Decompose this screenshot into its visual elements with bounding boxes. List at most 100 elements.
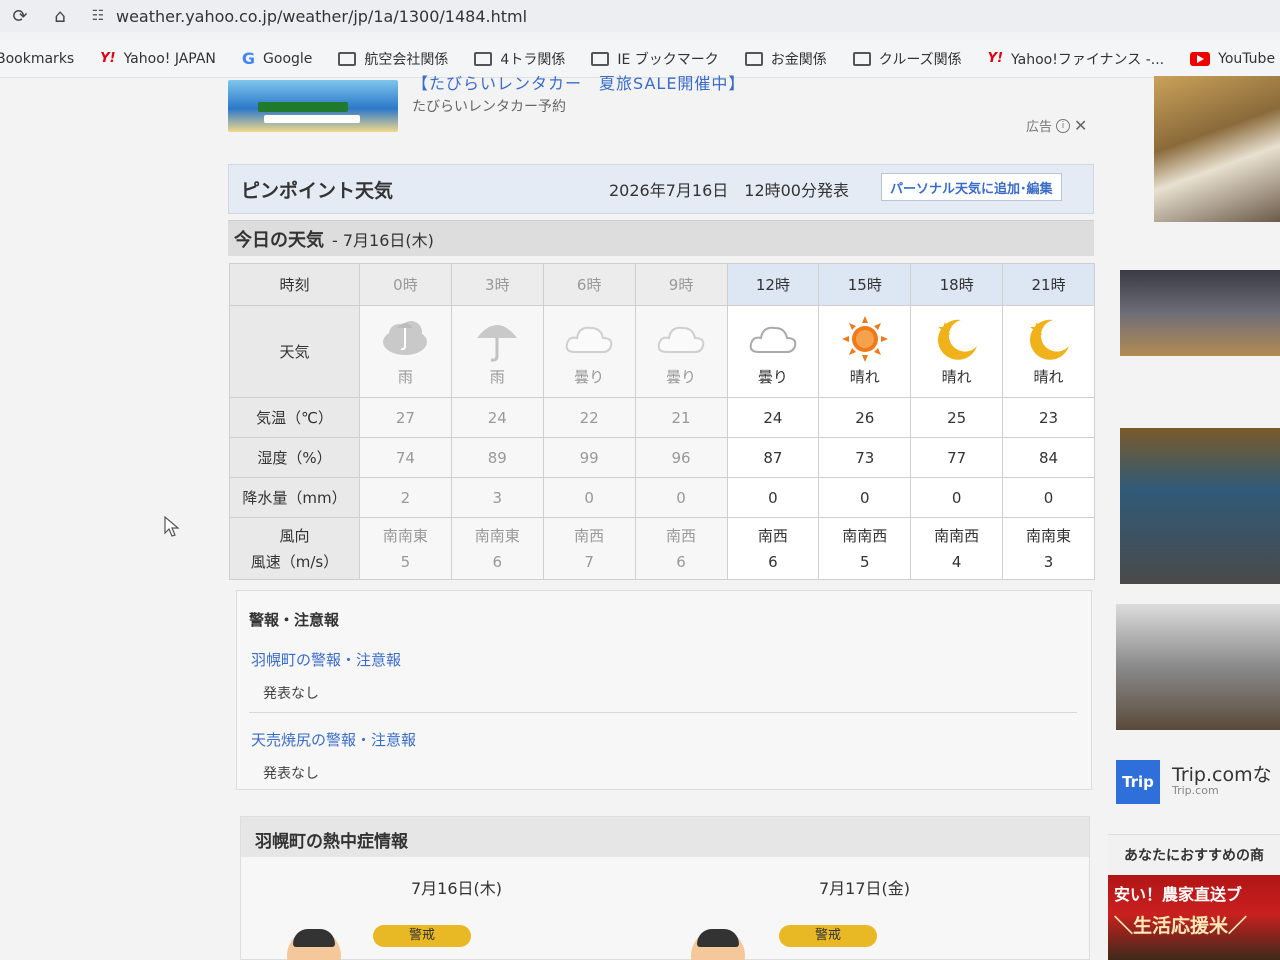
weather-cell: 雨 — [450, 305, 544, 398]
moon-icon — [937, 319, 977, 360]
folder-icon — [744, 51, 763, 66]
bookmark-folder-4travel[interactable]: 4トラ関係 — [474, 49, 565, 69]
wind-cell: 南南東 6 — [450, 517, 544, 580]
weather-label: 雨 — [397, 368, 413, 386]
humidity-cell: 99 — [542, 437, 636, 478]
reload-icon[interactable]: ⟳ — [0, 6, 40, 27]
humidity-cell: 77 — [910, 437, 1004, 478]
humidity-cell: 73 — [818, 437, 912, 478]
table-row-precip: 降水量（mm） 2 3 0 0 0 0 0 0 — [229, 477, 1095, 518]
precip-cell: 0 — [1002, 477, 1095, 518]
bookmark-google[interactable]: G Google — [242, 49, 313, 68]
hour-cell: 15時 — [818, 263, 912, 306]
precip-cell: 0 — [726, 477, 820, 518]
weather-label: 雨 — [489, 368, 505, 386]
precip-cell: 0 — [634, 477, 728, 518]
moon-icon — [1029, 319, 1069, 360]
add-personal-weather-button[interactable]: パーソナル天気に追加･編集 — [881, 173, 1062, 201]
bookmark-folder-money[interactable]: お金関係 — [744, 49, 827, 69]
folder-icon — [852, 51, 871, 66]
hour-cell: 18時 — [910, 263, 1004, 306]
wind-cell: 南南東 3 — [1002, 517, 1095, 580]
rain-cloud-icon — [383, 321, 428, 355]
table-row-hours: 時刻 0時 3時 6時 9時 12時 15時 18時 21時 — [229, 263, 1095, 306]
bookmark-bookmarks[interactable]: Bookmarks — [0, 51, 74, 67]
trip-logo-icon[interactable]: Trip — [1116, 760, 1160, 804]
sweating-face-icon — [287, 929, 341, 960]
precip-cell: 0 — [542, 477, 636, 518]
today-title: 今日の天気 — [234, 229, 324, 251]
yahoo-icon: Y! — [100, 51, 116, 66]
weather-label: 晴れ — [941, 368, 972, 386]
cloud-icon — [749, 326, 797, 353]
bookmark-youtube[interactable]: YouTube — [1190, 51, 1275, 67]
weather-cell: 晴れ — [1002, 305, 1095, 398]
temp-cell: 26 — [818, 397, 912, 438]
wind-cell: 南南東 5 — [359, 517, 452, 580]
warnings-section: 警報・注意報 羽幌町の警報・注意報 発表なし 天売焼尻の警報・注意報 発表なし — [236, 590, 1092, 790]
bookmark-yahoo-finance[interactable]: Y! Yahoo!ファイナンス -... — [988, 49, 1164, 69]
google-icon: G — [241, 49, 256, 68]
temp-cell: 25 — [910, 397, 1004, 438]
hour-cell: 0時 — [359, 263, 452, 306]
issued-time: 2026年7月16日 12時00分発表 — [609, 181, 849, 200]
cloud-icon — [565, 326, 613, 353]
cloud-icon — [657, 326, 705, 353]
row-header-humidity: 湿度（%） — [229, 437, 360, 478]
trip-ad-subtitle: Trip.com — [1172, 784, 1219, 797]
youtube-icon — [1190, 51, 1211, 66]
hotel-photo[interactable] — [1116, 604, 1280, 730]
close-icon[interactable]: ✕ — [1074, 116, 1087, 135]
today-header: 今日の天気 - 7月16日(木) — [228, 220, 1094, 256]
temp-cell: 24 — [726, 397, 820, 438]
weather-cell: 曇り — [634, 305, 728, 398]
rice-ad-banner[interactable]: 安い！農家直送ブ ＼生活応援米／ — [1108, 875, 1280, 960]
table-row-wind: 風向 風速（m/s） 南南東 5 南南東 6 南西 7 南西 6 南西 6 南南西 5 南南西… — [229, 517, 1095, 580]
rice-ad-line: ＼生活応援米／ — [1114, 915, 1248, 937]
folder-icon — [338, 51, 357, 66]
pinpoint-header: ピンポイント天気 2026年7月16日 12時00分発表 パーソナル天気に追加･… — [228, 164, 1094, 214]
bookmark-folder-cruise[interactable]: クルーズ関係 — [852, 49, 962, 69]
ad-info-icon[interactable]: i — [1056, 118, 1071, 133]
row-header-precip: 降水量（mm） — [229, 477, 360, 518]
weather-label: 晴れ — [849, 368, 880, 386]
hour-cell: 6時 — [542, 263, 636, 306]
bookmark-yahoo-japan[interactable]: Y! Yahoo! JAPAN — [100, 51, 216, 67]
weather-cell: 晴れ — [910, 305, 1004, 398]
site-settings-icon[interactable]: ☷ — [80, 8, 116, 24]
temp-cell: 24 — [450, 397, 544, 438]
ad-banner-strip — [258, 102, 348, 112]
folder-icon — [591, 51, 610, 66]
yahoo-icon: Y! — [987, 51, 1003, 66]
rice-ad-line: 安い！農家直送ブ — [1114, 885, 1243, 904]
weather-label: 曇り — [666, 368, 697, 386]
trip-ad-title[interactable]: Trip.comな — [1172, 760, 1272, 787]
hotel-photo[interactable] — [1154, 76, 1280, 222]
wind-cell: 南西 6 — [634, 517, 728, 580]
ad-subtitle[interactable]: たびらいレンタカー予約 — [412, 96, 566, 116]
recommendation-box: あなたにおすすめの商 安い！農家直送ブ ＼生活応援米／ — [1108, 834, 1280, 960]
warnings-title: 警報・注意報 — [249, 611, 340, 629]
heatstroke-level-badge: 警戒 — [779, 925, 877, 947]
ad-title-link[interactable]: 【たびらいレンタカー 夏旅SALE開催中】 — [412, 70, 745, 94]
ad-label: 広告 i ✕ — [1026, 116, 1088, 135]
bookmark-folder-ie[interactable]: IE ブックマーク — [591, 49, 719, 69]
home-icon[interactable]: ⌂ — [40, 6, 80, 27]
humidity-cell: 89 — [450, 437, 544, 478]
ad-banner-image[interactable] — [228, 80, 398, 132]
heatstroke-title: 羽幌町の熱中症情報 — [255, 832, 408, 852]
row-header-weather: 天気 — [229, 305, 360, 398]
temp-cell: 23 — [1002, 397, 1095, 438]
precip-cell: 3 — [450, 477, 544, 518]
hotel-photo[interactable] — [1120, 270, 1280, 356]
weather-label: 曇り — [757, 368, 788, 386]
bookmark-folder-airline[interactable]: 航空会社関係 — [338, 49, 448, 69]
url-text[interactable]: weather.yahoo.co.jp/weather/jp/1a/1300/1… — [116, 7, 527, 26]
wind-cell: 南西 7 — [542, 517, 636, 580]
temp-cell: 27 — [359, 397, 452, 438]
ad-banner-strip — [264, 115, 360, 123]
warning-link-teuri-yagishiri[interactable]: 天売焼尻の警報・注意報 — [251, 729, 416, 750]
hotel-photo[interactable] — [1120, 428, 1280, 584]
hour-cell: 21時 — [1002, 263, 1095, 306]
warning-link-haboro[interactable]: 羽幌町の警報・注意報 — [251, 649, 401, 670]
